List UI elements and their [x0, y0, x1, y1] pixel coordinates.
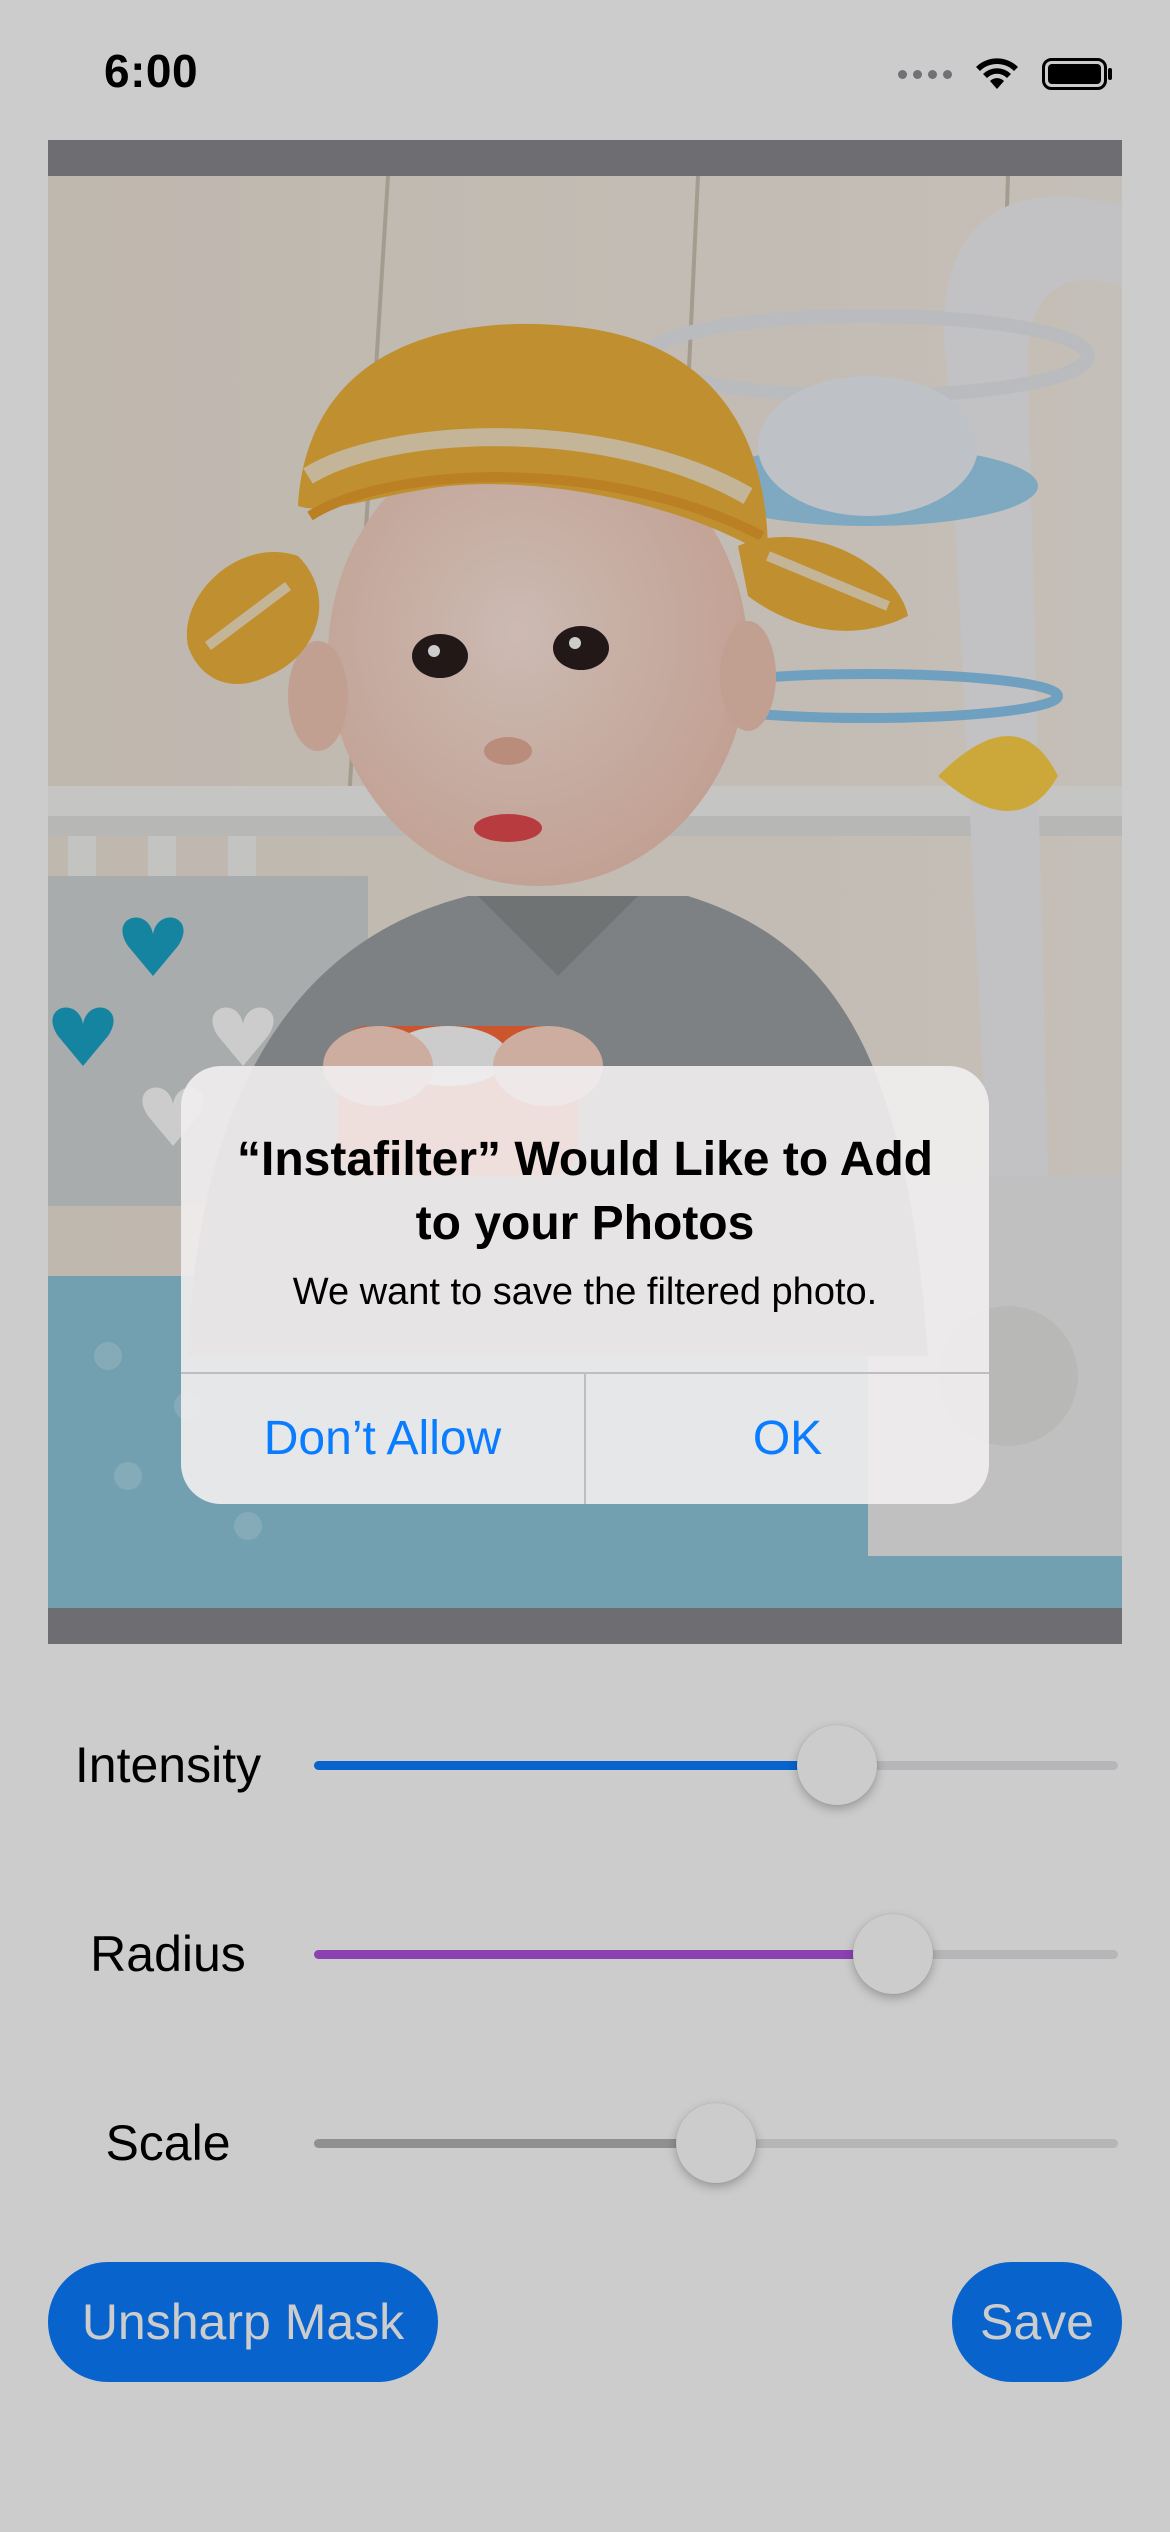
alert-button-row: Don’t Allow OK	[181, 1372, 989, 1504]
ok-button[interactable]: OK	[584, 1374, 989, 1504]
dont-allow-button[interactable]: Don’t Allow	[181, 1374, 584, 1504]
alert-title: “Instafilter” Would Like to Add to your …	[237, 1133, 933, 1250]
photos-permission-alert: “Instafilter” Would Like to Add to your …	[181, 1066, 989, 1504]
alert-message: We want to save the filtered photo.	[292, 1271, 878, 1313]
